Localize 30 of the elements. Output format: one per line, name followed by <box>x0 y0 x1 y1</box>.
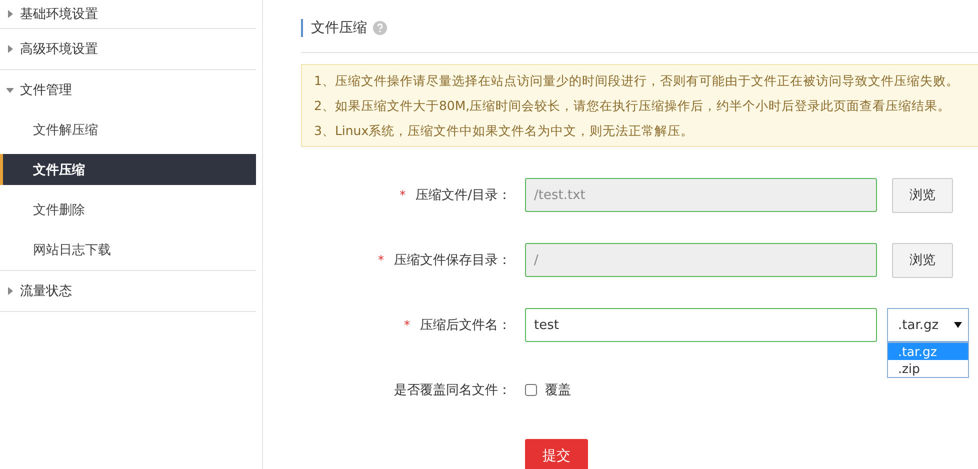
overwrite-checkbox[interactable] <box>525 384 537 396</box>
extension-dropdown[interactable]: .tar.gz <box>887 308 969 342</box>
input-field[interactable]: test <box>525 308 877 342</box>
dropdown-option[interactable]: .zip <box>888 360 968 377</box>
field-label: 是否覆盖同名文件： <box>394 382 511 399</box>
sidebar-item[interactable]: 文件删除 <box>0 190 256 230</box>
sidebar-item[interactable]: 文件解压缩 <box>0 110 256 150</box>
notice-text: 2、如果压缩文件大于80M,压缩时间会较长，请您在执行压缩操作后，约半个小时后登录此页面查看压缩结果。 <box>314 97 952 115</box>
sidebar-group[interactable]: 高级环境设置 <box>0 29 256 69</box>
notice-text: 1、压缩文件操作请尽量选择在站点访问量少的时间段进行，否则有可能由于文件正在被访问导致文件压缩失败。 <box>314 72 960 90</box>
required-mark: * <box>404 318 410 332</box>
sidebar-item[interactable]: 文件压缩 <box>0 154 256 185</box>
field-label: 压缩文件/目录： <box>416 187 511 204</box>
sidebar-group[interactable]: 流量状态 <box>0 271 256 311</box>
field-label: 压缩后文件名： <box>420 317 511 334</box>
sidebar-group[interactable]: 文件管理 <box>0 70 256 110</box>
sidebar-group[interactable]: 基础环境设置 <box>0 0 256 28</box>
submit-button[interactable]: 提交 <box>525 439 588 469</box>
expand-arrow-icon <box>6 10 14 18</box>
checkbox-label: 覆盖 <box>545 382 571 399</box>
caret-icon <box>954 322 962 328</box>
sidebar-item[interactable]: 网站日志下载 <box>0 230 256 270</box>
required-mark: * <box>378 253 384 267</box>
expand-arrow-icon <box>6 45 14 53</box>
field-label: 压缩文件保存目录： <box>394 252 511 269</box>
notice-text: 3、Linux系统，压缩文件中如果文件名为中文，则无法正常解压。 <box>314 122 695 140</box>
collapse-arrow-icon <box>6 86 14 94</box>
required-mark: * <box>400 188 406 202</box>
section-title: 文件压缩 <box>301 19 367 37</box>
expand-arrow-icon <box>6 287 14 295</box>
